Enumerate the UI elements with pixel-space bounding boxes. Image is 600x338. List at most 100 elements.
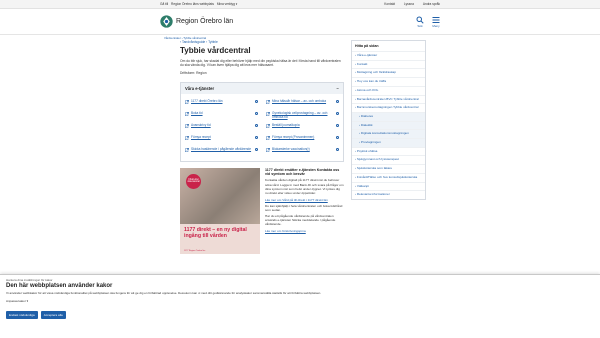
logo-text: Region Örebro län <box>176 18 234 25</box>
info-icon <box>255 147 258 151</box>
info-icon <box>255 99 258 103</box>
promo-block: Chatt eller videosamtal 1177 direkt – en… <box>180 167 344 254</box>
toc-item[interactable]: › Astma och KOL <box>352 85 425 95</box>
info-icon <box>255 123 258 127</box>
region-logo-icon <box>160 15 173 28</box>
eservice-item[interactable]: Förnya recept <box>185 134 258 144</box>
toc-item[interactable]: › Dialektik <box>352 120 425 130</box>
external-link-icon <box>185 123 189 128</box>
site-header: Region Örebro län Sök Meny <box>0 9 600 35</box>
toc-item[interactable]: › Barnmorskemottagningen Tybble vårdcent… <box>352 103 425 112</box>
toc-item[interactable]: › Fotvård/Hälso och hus konsultsjuksköte… <box>352 172 425 182</box>
promo-text: 1177 direkt ersätter e-tjänsten Kontakta… <box>260 168 344 254</box>
toc-item[interactable]: › Sjuksköterska som läkare <box>352 164 425 173</box>
menu-button[interactable]: Meny <box>432 16 440 28</box>
external-link-icon <box>185 135 189 140</box>
utility-link-2[interactable]: Region Örebro läns webbplats <box>171 2 214 6</box>
eservices-grid: 1177 direkt Örebro län Mina hälsoår häls… <box>181 94 343 161</box>
hamburger-icon <box>432 16 440 23</box>
eservice-item[interactable]: Boka tid <box>185 110 258 120</box>
eservices-title: Våra e-tjänster <box>185 85 215 91</box>
promo-photo: Chatt eller videosamtal <box>180 167 260 224</box>
eservice-label: Boka tid <box>191 110 203 115</box>
toc-item[interactable]: › Hoy oss kan du träffa <box>352 77 425 86</box>
org-form: Driftsform: Region <box>180 70 207 75</box>
external-link-icon <box>266 135 270 140</box>
eservice-label: Gynekologisk cellprovtagning – av- och o… <box>272 110 328 119</box>
external-link-icon <box>266 147 270 152</box>
cookie-text: Vi använder webbkakor för att vissa nödv… <box>6 291 322 295</box>
promo-link-1[interactable]: Läs mer om Vård på till direkt i 1177 di… <box>265 198 344 202</box>
info-icon <box>336 123 339 127</box>
adjust-cookies-toggle[interactable]: Anpassa kakor ▾ <box>6 299 594 303</box>
promo-footer: 1177 Region Örebro län <box>184 249 206 252</box>
toc-item[interactable]: › Barnavårdscentralen BVC Tybble vårdcen… <box>352 94 425 104</box>
utility-bar: Gå till Region Örebro läns webbplats Min… <box>0 0 600 9</box>
eservice-label: Mina hälsoår hälsar – av- och omboka <box>272 98 327 103</box>
toc-item[interactable]: › Provtagningen <box>352 138 425 147</box>
external-link-icon <box>185 147 189 152</box>
cookie-title: Den här webbplatsen använder kakor <box>6 283 113 289</box>
toc-item[interactable]: › Digitala konsultationsmottagningen <box>352 129 425 139</box>
external-link-icon <box>185 111 189 116</box>
toc-item[interactable]: › Sjukgymnast och fysioterapeut <box>352 155 425 164</box>
listen-link[interactable]: Lyssna <box>404 2 414 6</box>
toc-list: › Våra e-tjänster › Kontakt › Mottagning o… <box>352 51 425 199</box>
eservice-label: 1177 direkt Örebro län <box>191 98 223 103</box>
eservice-item[interactable]: Skicka hastärende / pågående vårdärende <box>185 146 258 156</box>
promo-link-2[interactable]: Läs mer om förskrivningsprna <box>265 229 344 233</box>
toc-item[interactable]: › Kontakt <box>352 59 425 69</box>
promo-paragraph-3: Har du ett pågående vårdärende på vårdce… <box>265 213 336 227</box>
eservice-label: Biokarsterke vaccination(r) <box>272 146 310 151</box>
menu-label: Meny <box>432 23 440 28</box>
eservice-label: Förnya recept (Provanimmen) <box>272 134 315 139</box>
eservice-item[interactable]: Gynekologisk cellprovtagning – av- och o… <box>266 110 339 120</box>
tools-menu[interactable]: Mina verktyg ▾ <box>217 2 238 6</box>
search-label: Sök <box>417 23 423 28</box>
info-icon <box>336 111 339 115</box>
toc-item[interactable]: › Mottagning och föräldraskap <box>352 68 425 77</box>
eservice-item[interactable]: Avanskrivy tid <box>185 122 258 132</box>
eservice-item[interactable]: 1177 direkt Örebro län <box>185 98 258 108</box>
eservice-label: Avanskrivy tid <box>191 122 211 127</box>
info-icon <box>336 135 339 139</box>
eservices-header[interactable]: Våra e-tjänster − <box>181 82 343 94</box>
eservice-label: Förnya recept <box>191 134 211 139</box>
external-link-icon <box>185 99 189 104</box>
back-nav[interactable]: ‹ Tandvårdsguide › Tybble <box>180 40 344 44</box>
utility-right: Kontakt Lyssna Andra språk <box>376 2 440 6</box>
collapse-icon[interactable]: − <box>337 86 339 91</box>
promo-paragraph-1: Kontakta vården digitalt på 1177 direkt … <box>265 178 344 195</box>
toc-title: Hitta på sidan <box>355 44 379 48</box>
accept-all-button[interactable]: Acceptera alla <box>40 311 66 319</box>
eservice-item[interactable]: Mina hälsoår hälsar – av- och omboka <box>266 98 339 108</box>
eservice-label: Skicka hastärende / pågående vårdärende <box>191 146 252 151</box>
external-link-icon <box>266 111 270 116</box>
cookie-banner: Hantera dina inställningar för kakor Den… <box>0 274 600 338</box>
info-icon <box>336 99 339 103</box>
necessary-only-button[interactable]: Endast nödvändiga <box>6 311 38 319</box>
cookie-kicker: Hantera dina inställningar för kakor <box>6 278 53 282</box>
utility-left: Gå till Region Örebro läns webbplats Min… <box>160 2 376 6</box>
toc-item[interactable]: › Våra e-tjänster <box>352 51 425 60</box>
eservice-item[interactable]: Beställ journalkopia <box>266 122 339 132</box>
eservice-item[interactable]: Förnya recept (Provanimmen) <box>266 134 339 144</box>
contact-link[interactable]: Kontakt <box>384 2 395 6</box>
toc-item[interactable]: › Diabetes <box>352 111 425 121</box>
toc-item[interactable]: › Psykisk ohälsa <box>352 146 425 156</box>
eservice-label: Beställ journalkopia <box>272 122 300 127</box>
main-content: ‹ Tandvårdsguide › Tybble Tybbie vårdcen… <box>180 40 344 254</box>
external-link-icon <box>266 123 270 128</box>
site-logo[interactable]: Region Örebro län <box>160 15 233 28</box>
toc-item[interactable]: › Relevanta informationer <box>352 190 425 199</box>
intro-text: Om du blir sjuk, har skadat dig eller be… <box>180 59 341 68</box>
languages-link[interactable]: Andra språk <box>423 2 440 6</box>
page-title: Tybbie vårdcentral <box>180 46 251 55</box>
external-link-icon <box>266 99 270 104</box>
eservice-item[interactable]: Biokarsterke vaccination(r) <box>266 146 339 156</box>
search-button[interactable]: Sök <box>416 16 424 28</box>
utility-link-1[interactable]: Gå till <box>160 2 168 6</box>
promo-badge: Chatt eller videosamtal <box>186 173 201 189</box>
promo-paragraph-2: Du kan självhjälp i hela vårdcentralen o… <box>265 203 343 212</box>
toc-item[interactable]: › Vätkanpi <box>352 181 425 191</box>
